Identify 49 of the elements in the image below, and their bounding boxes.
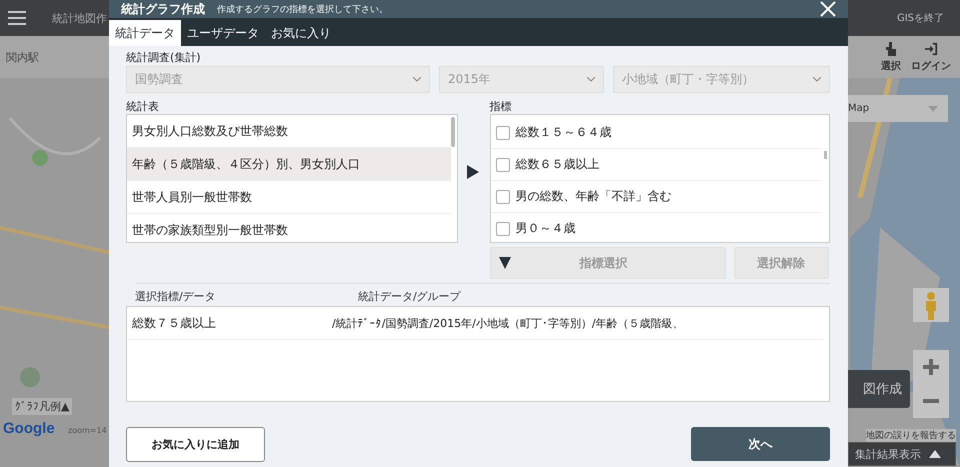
close-icon[interactable] xyxy=(820,1,836,17)
login-button[interactable]: ログイン xyxy=(906,41,956,73)
list-item[interactable]: 世帯人員別一般世帯数 xyxy=(127,181,451,214)
tab[interactable]: ユーザデータ xyxy=(181,20,265,46)
dialog-subtitle: 作成するグラフの指標を選択して下さい。 xyxy=(217,4,388,16)
results-button[interactable]: 集計結果表示 xyxy=(848,442,956,466)
exit-button[interactable]: GISを終了 xyxy=(892,11,948,25)
checkbox[interactable] xyxy=(496,126,510,140)
field-label: 指標 xyxy=(490,99,512,114)
checkbox-label: 総数６５歳以上 xyxy=(516,156,600,173)
column-header: 統計データ/グループ xyxy=(358,289,461,303)
checkbox-label: 総数１５～６４歳 xyxy=(516,124,612,141)
list-item[interactable]: 年齢（５歳階級、４区分）別、男女別人口 xyxy=(127,148,451,181)
scrollbar[interactable] xyxy=(450,117,455,147)
checkbox[interactable] xyxy=(496,222,510,236)
app-title: 統計地図作 xyxy=(52,10,107,26)
play-icon xyxy=(466,165,478,179)
next-button[interactable]: 次へ xyxy=(691,427,830,461)
table-cell: /統計ﾃﾞｰﾀ/国勢調査/2015年/小地域（町丁･字等別）/年齢（５歳階級、 xyxy=(332,316,684,330)
caret-icon xyxy=(928,106,938,112)
menu-icon[interactable] xyxy=(8,11,26,25)
dialog-title: 統計グラフ作成 xyxy=(121,0,205,18)
map-logo: Google xyxy=(3,420,55,437)
checkbox-label: 男の総数、年齢「不詳」含む xyxy=(516,188,672,205)
field-label: 統計調査(集計) xyxy=(126,50,202,65)
checkbox[interactable] xyxy=(496,158,510,172)
column-header: 選択指標/データ xyxy=(135,289,217,303)
legend-toggle[interactable]: ｸﾞﾗﾌ凡例▲ xyxy=(12,398,72,415)
chevron-icon xyxy=(587,77,595,82)
chevron-icon xyxy=(413,77,421,82)
select-button[interactable]: 選択 xyxy=(876,41,906,73)
list-item[interactable]: 世帯の家族類型別一般世帯数 xyxy=(127,214,451,242)
scrollbar[interactable] xyxy=(824,151,827,159)
pegman-icon[interactable] xyxy=(913,288,949,322)
report-link[interactable]: 地図の誤りを報告する xyxy=(866,429,956,442)
location-label: 関内駅 xyxy=(6,50,39,64)
down-triangle-icon xyxy=(498,257,510,269)
login-icon xyxy=(924,41,938,57)
tab[interactable]: お気に入り xyxy=(265,20,337,46)
pointer-icon xyxy=(884,41,898,57)
field-label: 統計表 xyxy=(126,99,160,114)
add-favorite-button[interactable]: お気に入りに追加 xyxy=(126,427,265,462)
checkbox-label: 男０～４歳 xyxy=(516,220,576,237)
zoom-level: zoom=14 xyxy=(68,426,107,435)
checkbox[interactable] xyxy=(496,190,510,204)
chevron-icon xyxy=(813,77,821,82)
tab[interactable]: 統計データ xyxy=(109,20,181,46)
table-cell-text: 総数７５歳以上 xyxy=(131,314,217,332)
triangle-icon xyxy=(929,450,941,458)
